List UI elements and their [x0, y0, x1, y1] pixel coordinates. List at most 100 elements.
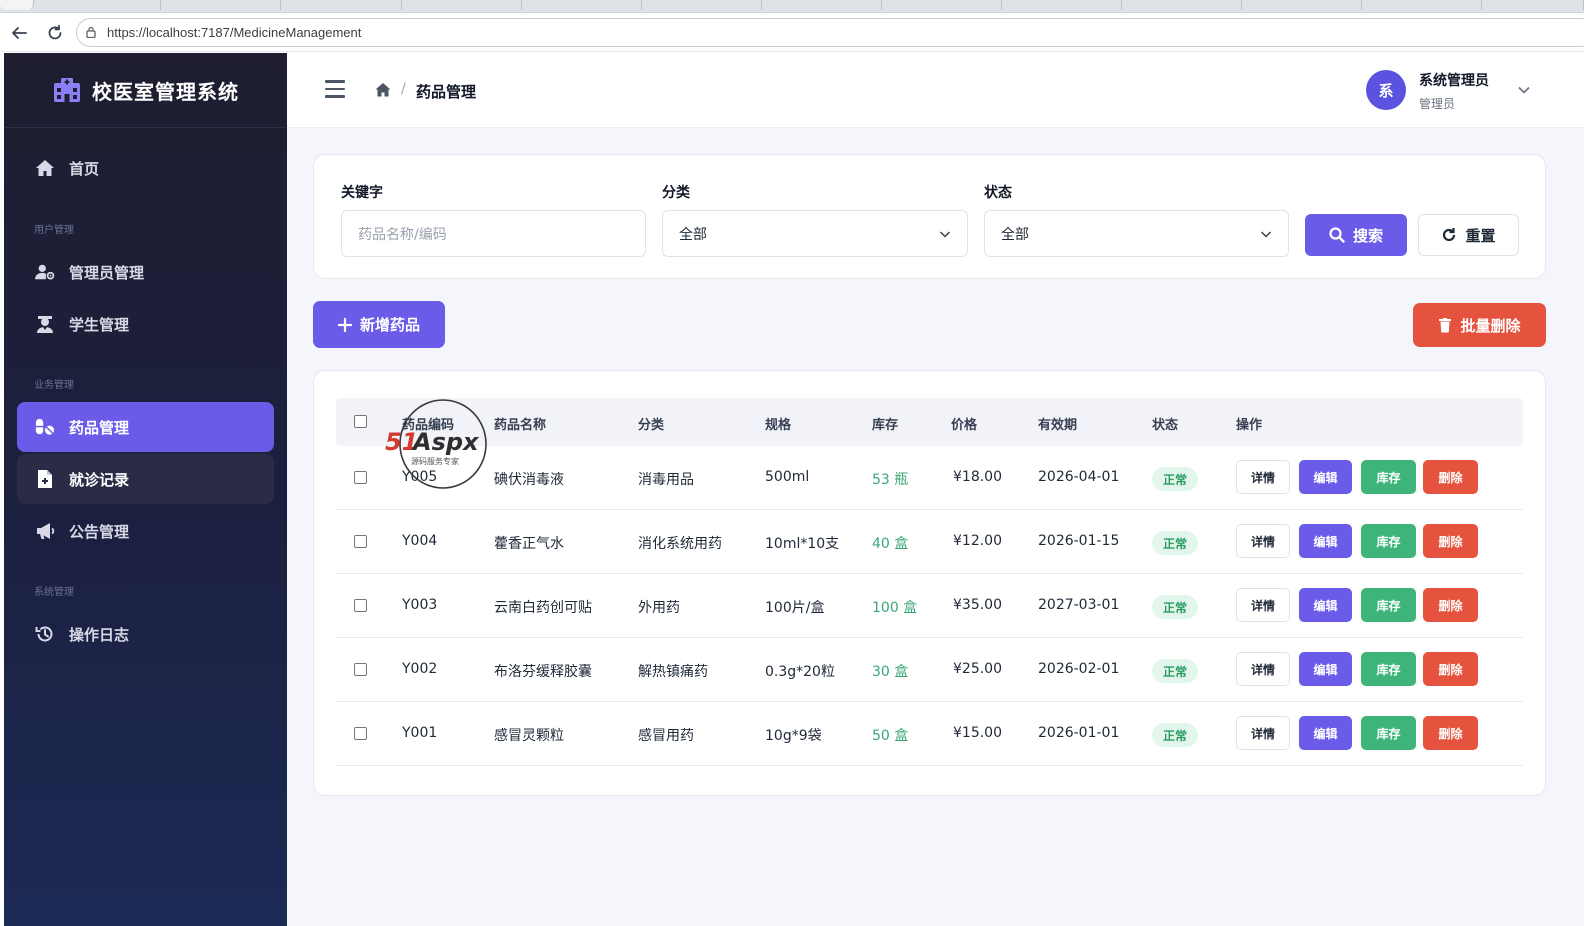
megaphone-icon: [35, 521, 55, 541]
cell-stock: 53 瓶: [872, 472, 909, 488]
delete-button[interactable]: 删除: [1423, 652, 1478, 686]
browser-tab[interactable]: [1482, 0, 1584, 10]
cell-price: ¥15.00: [953, 725, 1002, 741]
cell-expiry: 2026-04-01: [1038, 469, 1120, 485]
sidebar-item-home[interactable]: 首页: [17, 143, 274, 193]
user-role: 管理员: [1419, 97, 1456, 111]
chevron-down-icon[interactable]: [1517, 83, 1531, 97]
sidebar-section-system: 系统管理: [34, 587, 74, 598]
url-field[interactable]: https://localhost:7187/MedicineManagemen…: [76, 18, 1584, 47]
keyword-label: 关键字: [341, 185, 383, 201]
avatar[interactable]: 系: [1366, 70, 1406, 110]
plus-icon: [337, 317, 352, 332]
stock-button[interactable]: 库存: [1361, 588, 1416, 622]
browser-tab[interactable]: [642, 0, 762, 10]
search-button[interactable]: 搜索: [1305, 214, 1407, 256]
status-badge: 正常: [1152, 659, 1198, 683]
column-header-category: 分类: [638, 418, 665, 433]
browser-tab[interactable]: [402, 0, 522, 10]
status-badge: 正常: [1152, 467, 1198, 491]
category-select-value: 全部: [679, 226, 707, 243]
table-row: Y004 藿香正气水 消化系统用药 10ml*10支 40 盒 ¥12.00 2…: [336, 510, 1523, 574]
delete-button[interactable]: 删除: [1423, 524, 1478, 558]
back-arrow-icon[interactable]: [8, 22, 30, 44]
category-select[interactable]: 全部: [662, 210, 968, 257]
browser-tab[interactable]: [34, 0, 161, 10]
sidebar-item-logs[interactable]: 操作日志: [17, 609, 274, 659]
breadcrumb-separator: /: [401, 81, 406, 97]
cell-category: 解热镇痛药: [638, 664, 708, 680]
user-gear-icon: [35, 262, 55, 282]
user-name[interactable]: 系统管理员: [1419, 70, 1489, 90]
batch-delete-button[interactable]: 批量删除: [1413, 303, 1546, 347]
medical-file-icon: [35, 469, 55, 489]
detail-button[interactable]: 详情: [1236, 524, 1290, 558]
sidebar-item-students[interactable]: 学生管理: [17, 299, 274, 349]
sidebar-item-announcements[interactable]: 公告管理: [17, 506, 274, 556]
edit-button[interactable]: 编辑: [1299, 524, 1352, 558]
browser-tab[interactable]: [0, 0, 34, 10]
trash-icon: [1439, 318, 1452, 333]
row-checkbox[interactable]: [354, 727, 367, 740]
browser-tab[interactable]: [882, 0, 1002, 10]
cell-name: 藿香正气水: [494, 536, 564, 552]
column-header-stock: 库存: [872, 418, 899, 433]
cell-spec: 100片/盒: [765, 600, 825, 616]
row-checkbox[interactable]: [354, 599, 367, 612]
edit-button[interactable]: 编辑: [1299, 716, 1352, 750]
topbar: / 药品管理 系 系统管理员 管理员: [287, 53, 1584, 128]
browser-tab[interactable]: [161, 0, 281, 10]
edit-button[interactable]: 编辑: [1299, 652, 1352, 686]
delete-button[interactable]: 删除: [1423, 716, 1478, 750]
breadcrumb-home-icon[interactable]: [375, 82, 391, 98]
sidebar-item-label: 首页: [69, 159, 100, 178]
edit-button[interactable]: 编辑: [1299, 460, 1352, 494]
sidebar-item-visits[interactable]: 就诊记录: [17, 454, 274, 504]
select-all-checkbox[interactable]: [354, 415, 367, 428]
cell-code: Y004: [402, 533, 438, 549]
sidebar-item-label: 管理员管理: [69, 263, 145, 282]
delete-button[interactable]: 删除: [1423, 460, 1478, 494]
sidebar-item-admins[interactable]: 管理员管理: [17, 247, 274, 297]
stock-button[interactable]: 库存: [1361, 716, 1416, 750]
sidebar-item-label: 就诊记录: [69, 470, 130, 489]
reload-icon[interactable]: [44, 22, 66, 44]
column-header-price: 价格: [951, 418, 978, 433]
detail-button[interactable]: 详情: [1236, 716, 1290, 750]
browser-tab[interactable]: [281, 0, 402, 10]
browser-tab[interactable]: [1122, 0, 1242, 10]
browser-tab[interactable]: [522, 0, 642, 10]
sidebar-item-label: 公告管理: [69, 522, 130, 541]
status-select[interactable]: 全部: [984, 210, 1289, 257]
delete-button[interactable]: 删除: [1423, 588, 1478, 622]
row-checkbox[interactable]: [354, 663, 367, 676]
browser-tab[interactable]: [1362, 0, 1482, 10]
cell-spec: 500ml: [765, 469, 810, 485]
menu-toggle-icon[interactable]: [325, 80, 345, 98]
column-header-expiry: 有效期: [1038, 418, 1078, 433]
browser-tab[interactable]: [762, 0, 882, 10]
sidebar-item-medicine[interactable]: 药品管理: [17, 402, 274, 452]
status-badge: 正常: [1152, 595, 1198, 619]
cell-code: Y002: [402, 661, 438, 677]
detail-button[interactable]: 详情: [1236, 588, 1290, 622]
row-checkbox[interactable]: [354, 535, 367, 548]
stock-button[interactable]: 库存: [1361, 460, 1416, 494]
student-icon: [35, 314, 55, 334]
detail-button[interactable]: 详情: [1236, 460, 1290, 494]
browser-tab[interactable]: [1242, 0, 1362, 10]
row-checkbox[interactable]: [354, 471, 367, 484]
status-badge: 正常: [1152, 531, 1198, 555]
detail-button[interactable]: 详情: [1236, 652, 1290, 686]
edit-button[interactable]: 编辑: [1299, 588, 1352, 622]
cell-stock: 30 盒: [872, 664, 909, 680]
reset-button[interactable]: 重置: [1418, 214, 1519, 256]
browser-tab[interactable]: [1002, 0, 1122, 10]
lock-icon: [86, 26, 96, 38]
add-medicine-button[interactable]: 新增药品: [313, 301, 445, 348]
keyword-input[interactable]: 药品名称/编码: [341, 210, 646, 257]
stock-button[interactable]: 库存: [1361, 524, 1416, 558]
table-row: Y001 感冒灵颗粒 感冒用药 10g*9袋 50 盒 ¥15.00 2026-…: [336, 702, 1523, 766]
stock-button[interactable]: 库存: [1361, 652, 1416, 686]
sidebar-item-label: 操作日志: [69, 625, 130, 644]
